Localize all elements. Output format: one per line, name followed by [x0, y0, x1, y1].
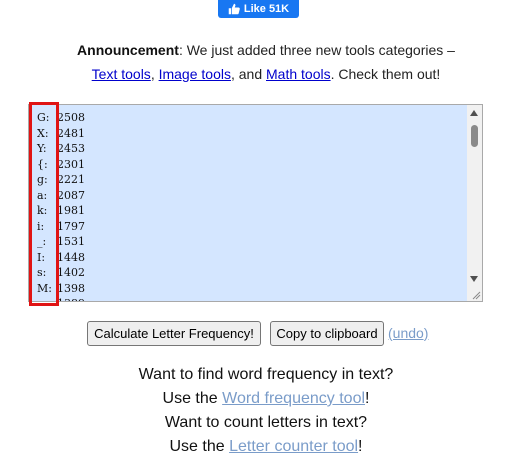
scroll-up-arrow-icon[interactable] — [470, 110, 478, 116]
character-count: 2221 — [57, 173, 85, 186]
image-tools-link[interactable]: Image tools — [159, 66, 231, 82]
character-count: 1981 — [57, 204, 85, 217]
word-frequency-tool-link[interactable]: Word frequency tool — [222, 390, 365, 407]
resize-handle-icon[interactable] — [471, 290, 481, 300]
thumbs-up-icon — [228, 3, 240, 15]
announcement-text-end: . Check them out! — [330, 66, 441, 82]
undo-link[interactable]: (undo) — [388, 325, 428, 341]
copy-to-clipboard-button[interactable]: Copy to clipboard — [270, 321, 384, 346]
related-tools: Want to find word frequency in text? Use… — [0, 363, 532, 459]
exclamation: ! — [358, 438, 363, 455]
character-count: 1531 — [57, 235, 85, 248]
announcement: Announcement: We just added three new to… — [0, 38, 532, 86]
announcement-title: Announcement — [77, 42, 179, 58]
letter-count-prompt: Want to count letters in text? — [164, 414, 368, 431]
use-the-text: Use the — [169, 438, 230, 455]
output-textarea[interactable]: G: 2508 X: 2481 Y: 2453 {: 2301 g: 2221 a: 2087 k: 19… — [28, 104, 483, 302]
letter-counter-tool-link[interactable]: Letter counter tool — [229, 438, 358, 455]
character-column-highlight — [29, 102, 59, 306]
character-count: 1398 — [57, 281, 85, 295]
separator: , and — [230, 66, 266, 82]
like-count-label: Like 51K — [243, 3, 290, 15]
text-tools-link[interactable]: Text tools — [92, 66, 151, 82]
character-count: 2087 — [57, 188, 85, 202]
character-count: 2301 — [57, 157, 85, 171]
character-count: 2508 — [57, 111, 85, 124]
scroll-down-arrow-icon[interactable] — [470, 276, 478, 282]
separator: , — [150, 66, 159, 82]
calculate-letter-frequency-button[interactable]: Calculate Letter Frequency! — [87, 321, 261, 346]
character-count: 1389 — [57, 296, 85, 301]
vertical-scrollbar[interactable] — [467, 105, 482, 301]
character-count: 1797 — [57, 219, 85, 233]
scrollbar-thumb[interactable] — [471, 125, 478, 147]
math-tools-link[interactable]: Math tools — [266, 66, 331, 82]
character-count: 1448 — [57, 250, 85, 264]
word-frequency-prompt: Want to find word frequency in text? — [138, 366, 394, 383]
facebook-like-button[interactable]: Like 51K — [218, 0, 299, 18]
use-the-text: Use the — [162, 390, 223, 407]
character-count: 1402 — [57, 266, 85, 279]
character-count: 2453 — [57, 142, 85, 155]
announcement-text: : We just added three new tools categori… — [178, 42, 455, 58]
exclamation: ! — [365, 390, 370, 407]
character-count: 2481 — [57, 126, 85, 140]
